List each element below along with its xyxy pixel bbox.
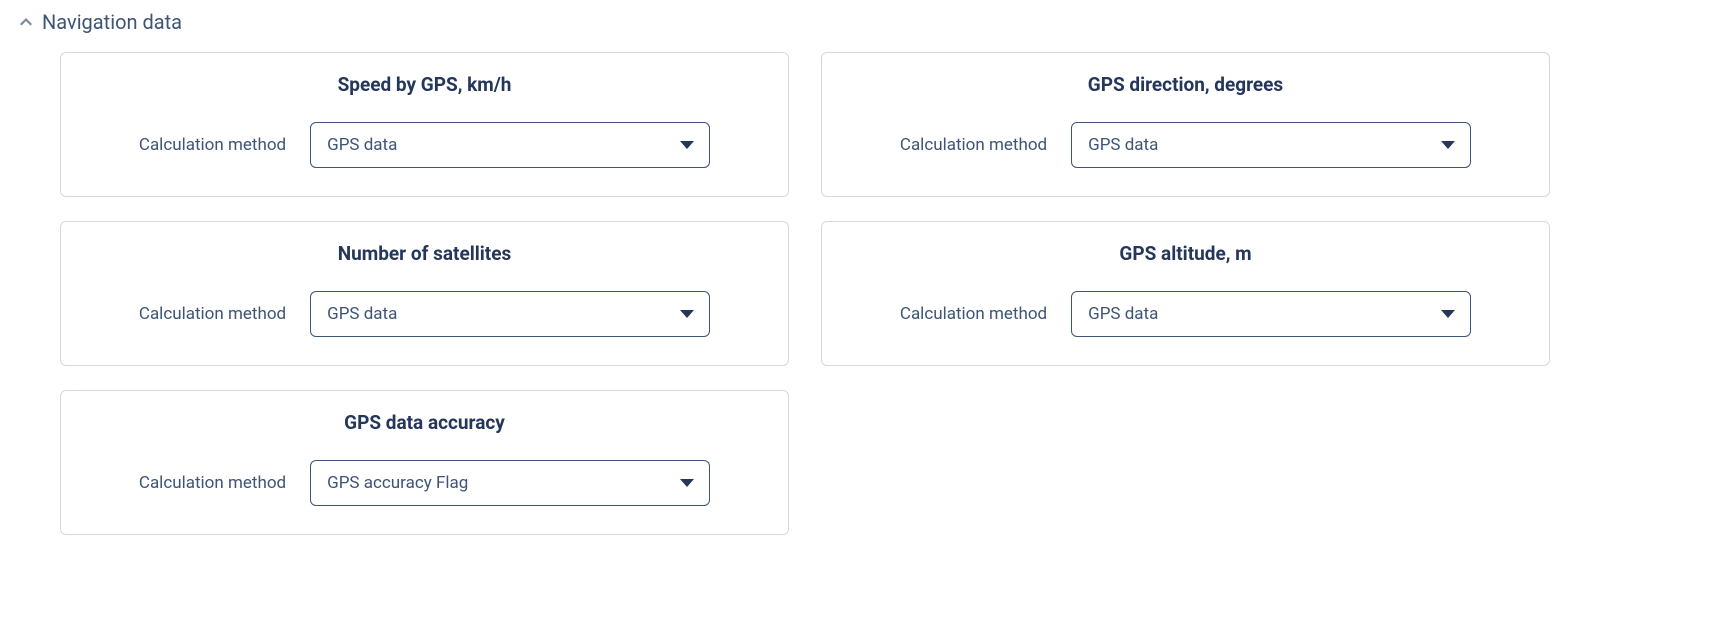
card-gps-direction: GPS direction, degrees Calculation metho… [821, 52, 1550, 197]
select-value: GPS data [1088, 135, 1158, 155]
card-title: GPS data accuracy [85, 411, 764, 434]
card-title: GPS direction, degrees [846, 73, 1525, 96]
card-title: GPS altitude, m [846, 242, 1525, 265]
select-calculation-method-accuracy[interactable]: GPS accuracy Flag [310, 460, 710, 506]
field-row: Calculation method GPS data [846, 291, 1525, 337]
select-calculation-method-altitude[interactable]: GPS data [1071, 291, 1471, 337]
field-label-calculation-method: Calculation method [139, 304, 286, 324]
card-title: Number of satellites [85, 242, 764, 265]
card-gps-altitude: GPS altitude, m Calculation method GPS d… [821, 221, 1550, 366]
select-wrapper: GPS data [310, 122, 710, 168]
chevron-up-icon [20, 16, 32, 28]
field-row: Calculation method GPS data [846, 122, 1525, 168]
field-row: Calculation method GPS data [85, 291, 764, 337]
select-calculation-method-speed[interactable]: GPS data [310, 122, 710, 168]
select-wrapper: GPS data [1071, 122, 1471, 168]
select-value: GPS data [327, 135, 397, 155]
field-row: Calculation method GPS accuracy Flag [85, 460, 764, 506]
field-row: Calculation method GPS data [85, 122, 764, 168]
field-label-calculation-method: Calculation method [139, 135, 286, 155]
select-wrapper: GPS accuracy Flag [310, 460, 710, 506]
select-calculation-method-direction[interactable]: GPS data [1071, 122, 1471, 168]
select-value: GPS data [327, 304, 397, 324]
card-gps-data-accuracy: GPS data accuracy Calculation method GPS… [60, 390, 789, 535]
select-value: GPS data [1088, 304, 1158, 324]
card-title: Speed by GPS, km/h [85, 73, 764, 96]
field-label-calculation-method: Calculation method [139, 473, 286, 493]
section-title: Navigation data [42, 10, 182, 34]
card-number-of-satellites: Number of satellites Calculation method … [60, 221, 789, 366]
section-header-navigation-data[interactable]: Navigation data [20, 10, 1690, 34]
select-wrapper: GPS data [310, 291, 710, 337]
cards-grid: Speed by GPS, km/h Calculation method GP… [20, 52, 1690, 535]
field-label-calculation-method: Calculation method [900, 135, 1047, 155]
card-speed-by-gps: Speed by GPS, km/h Calculation method GP… [60, 52, 789, 197]
field-label-calculation-method: Calculation method [900, 304, 1047, 324]
select-value: GPS accuracy Flag [327, 473, 468, 493]
select-calculation-method-satellites[interactable]: GPS data [310, 291, 710, 337]
select-wrapper: GPS data [1071, 291, 1471, 337]
empty-grid-cell [821, 390, 1550, 535]
